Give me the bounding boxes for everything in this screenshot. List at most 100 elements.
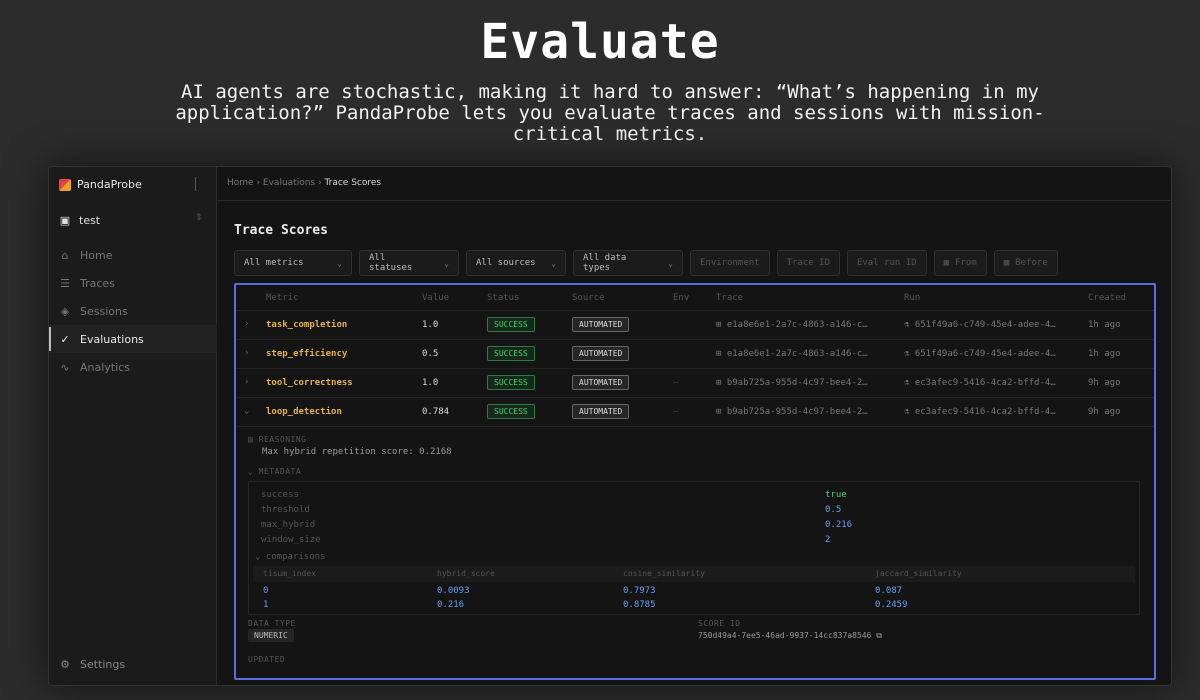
reasoning-label: ▤ REASONING — [248, 435, 307, 444]
metric-name: step_efficiency — [266, 349, 348, 359]
metadata-key: threshold — [261, 505, 310, 515]
reasoning-text: Max hybrid repetition score: 0.2168 — [262, 447, 452, 457]
trace-link[interactable]: ⊞ b9ab725a-955d-4c97-bee4-2… — [716, 378, 868, 388]
score-details-panel: ▤ REASONING Max hybrid repetition score:… — [236, 427, 1154, 678]
copy-icon[interactable]: ⧉ — [876, 631, 882, 640]
table-header: Metric Value Status Source Env Trace Run… — [236, 285, 1154, 311]
table-row[interactable]: › step_efficiency 0.5 SUCCESS AUTOMATED … — [236, 340, 1154, 369]
comparison-cell: 0.216 — [437, 600, 465, 610]
run-link[interactable]: ⚗ 651f49a6-c749-45e4-adee-4… — [904, 320, 1056, 330]
metadata-value: 0.5 — [825, 505, 842, 515]
column-header-metric[interactable]: Metric — [266, 293, 299, 303]
sidebar-item-sessions[interactable]: ◈ Sessions — [49, 297, 217, 325]
column-header-value[interactable]: Value — [422, 293, 449, 303]
sidebar-item-traces[interactable]: ☰ Traces — [49, 269, 217, 297]
table-row[interactable]: › task_completion 1.0 SUCCESS AUTOMATED … — [236, 311, 1154, 340]
metadata-label: METADATA — [258, 467, 302, 476]
env-value: — — [673, 378, 679, 388]
before-date-picker[interactable]: ▦ Before — [993, 250, 1058, 276]
eval-run-id-input[interactable]: Eval run ID — [846, 250, 927, 276]
trace-icon: ⊞ — [716, 378, 727, 388]
sidebar-item-settings[interactable]: ⚙ Settings — [59, 658, 125, 671]
metadata-toggle[interactable]: ⌄ METADATA — [248, 467, 301, 476]
run-id: 651f49a6-c749-45e4-adee-4… — [914, 349, 1056, 359]
comparison-column: cosine_similarity — [623, 569, 705, 578]
brand-name: PandaProbe — [77, 178, 142, 191]
table-row[interactable]: › tool_correctness 1.0 SUCCESS AUTOMATED… — [236, 369, 1154, 398]
filter-label: All data types — [583, 253, 627, 273]
message-icon: ▤ — [248, 435, 259, 444]
trace-id: e1a8e6e1-2a7c-4863-a146-c… — [726, 320, 868, 330]
trace-link[interactable]: ⊞ e1a8e6e1-2a7c-4863-a146-c… — [716, 320, 868, 330]
data-types-filter[interactable]: All data types ⌄ — [573, 250, 683, 276]
sidebar-item-analytics[interactable]: ∿ Analytics — [49, 353, 217, 381]
comparison-column: hybrid_score — [437, 569, 495, 578]
project-switcher[interactable]: ▣ test — [59, 214, 100, 227]
run-link[interactable]: ⚗ 651f49a6-c749-45e4-adee-4… — [904, 349, 1056, 359]
from-date-picker[interactable]: ▦ From — [933, 250, 987, 276]
column-header-env[interactable]: Env — [673, 293, 689, 303]
sidebar-collapse-icon[interactable] — [195, 177, 207, 191]
column-header-trace[interactable]: Trace — [716, 293, 743, 303]
run-id: 651f49a6-c749-45e4-adee-4… — [914, 320, 1056, 330]
score-id-label: SCORE ID — [698, 619, 741, 628]
divider — [217, 200, 1171, 201]
chevron-right-icon[interactable]: › — [244, 348, 249, 358]
comparisons-toggle[interactable]: ⌄ comparisons — [255, 552, 325, 562]
score-value: 1.0 — [422, 378, 439, 388]
environment-input[interactable]: Environment — [690, 250, 770, 276]
metrics-filter[interactable]: All metrics ⌄ — [234, 250, 352, 276]
sidebar-item-home[interactable]: ⌂ Home — [49, 241, 217, 269]
trace-link[interactable]: ⊞ b9ab725a-955d-4c97-bee4-2… — [716, 407, 868, 417]
brand[interactable]: PandaProbe — [59, 178, 142, 191]
trace-id: e1a8e6e1-2a7c-4863-a146-c… — [726, 349, 868, 359]
run-link[interactable]: ⚗ ec3afec9-5416-4ca2-bffd-4… — [904, 407, 1056, 417]
sidebar-item-evaluations[interactable]: ✓ Evaluations — [49, 325, 217, 353]
comparison-column: tisum_index — [263, 569, 316, 578]
metadata-key: success — [261, 490, 299, 500]
run-id: ec3afec9-5416-4ca2-bffd-4… — [914, 407, 1056, 417]
trace-link[interactable]: ⊞ e1a8e6e1-2a7c-4863-a146-c… — [716, 349, 868, 359]
flask-icon: ⚗ — [904, 320, 915, 330]
reasoning-label-text: REASONING — [258, 435, 307, 444]
chart-icon: ∿ — [60, 360, 70, 374]
folder-icon: ▣ — [59, 214, 71, 227]
status-badge: SUCCESS — [487, 346, 535, 361]
chevron-right-icon[interactable]: › — [244, 319, 249, 329]
score-value: 0.5 — [422, 349, 439, 359]
check-circle-icon: ✓ — [60, 332, 70, 346]
trace-id-input[interactable]: Trace ID — [776, 250, 840, 276]
metadata-value: 0.216 — [825, 520, 853, 530]
comparison-cell: 0.7973 — [623, 586, 656, 596]
column-header-run[interactable]: Run — [904, 293, 920, 303]
filter-label: From — [955, 258, 977, 268]
updated-label: UPDATED — [248, 655, 286, 664]
score-value: 0.784 — [422, 407, 450, 417]
chevron-down-icon: ⌄ — [668, 258, 673, 268]
trace-id: b9ab725a-955d-4c97-bee4-2… — [726, 407, 868, 417]
sidebar: PandaProbe ▣ test ⇕ ⌂ Home ☰ Traces ◈ Se… — [49, 167, 217, 685]
metadata-key: max_hybrid — [261, 520, 316, 530]
statuses-filter[interactable]: All statuses ⌄ — [359, 250, 459, 276]
created-time: 9h ago — [1088, 378, 1121, 388]
chevron-updown-icon[interactable]: ⇕ — [195, 213, 205, 227]
breadcrumb-evaluations[interactable]: Evaluations — [263, 178, 315, 188]
panda-logo-icon — [59, 178, 71, 191]
status-badge: SUCCESS — [487, 404, 535, 419]
sources-filter[interactable]: All sources ⌄ — [466, 250, 566, 276]
table-row-expanded[interactable]: ⌄ loop_detection 0.784 SUCCESS AUTOMATED… — [236, 398, 1154, 427]
comparisons-label: comparisons — [265, 552, 326, 562]
breadcrumb-home[interactable]: Home — [227, 178, 254, 188]
sidebar-item-label: Sessions — [80, 304, 128, 318]
run-link[interactable]: ⚗ ec3afec9-5416-4ca2-bffd-4… — [904, 378, 1056, 388]
column-header-status[interactable]: Status — [487, 293, 520, 303]
chevron-down-icon[interactable]: ⌄ — [244, 406, 249, 416]
comparison-cell: 0.8785 — [623, 600, 656, 610]
column-header-source[interactable]: Source — [572, 293, 605, 303]
column-header-created[interactable]: Created — [1088, 293, 1126, 303]
scores-table: Metric Value Status Source Env Trace Run… — [234, 283, 1156, 680]
page-title: Trace Scores — [234, 223, 328, 238]
status-badge: SUCCESS — [487, 375, 535, 390]
chevron-right-icon[interactable]: › — [244, 377, 249, 387]
filter-bar: All metrics ⌄ All statuses ⌄ All sources ⌄ … — [234, 250, 1058, 276]
